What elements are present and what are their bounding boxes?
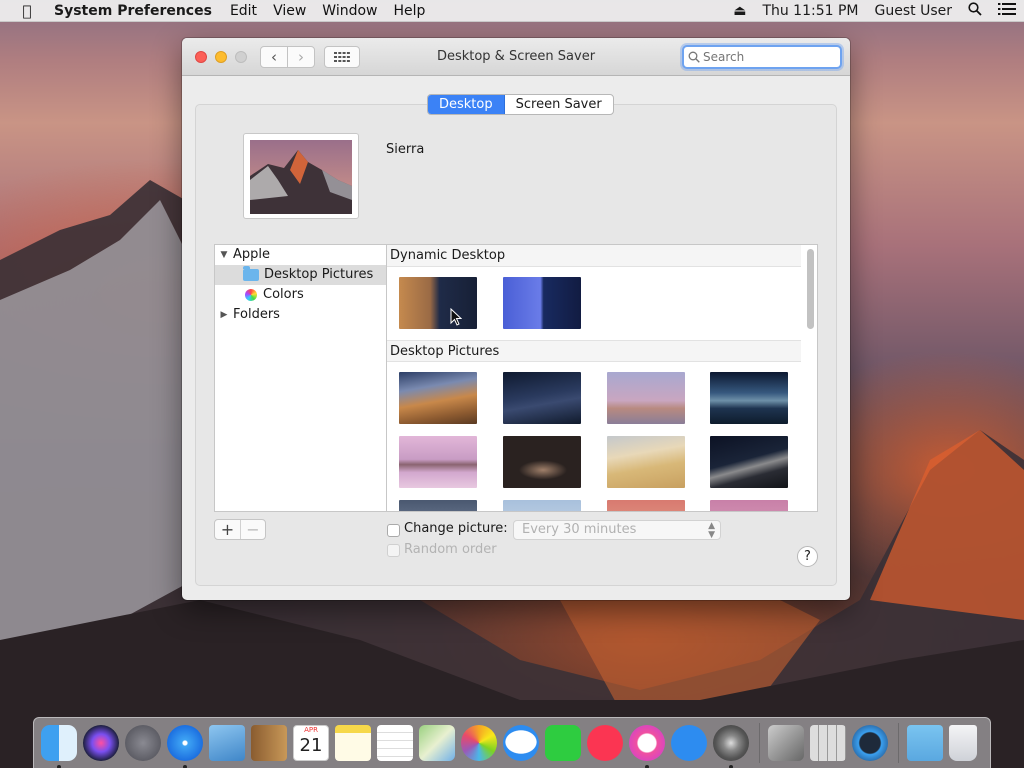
section-header-desktop-pictures: Desktop Pictures <box>387 340 801 362</box>
menubar-user[interactable]: Guest User <box>867 3 960 19</box>
search-field[interactable] <box>682 45 842 69</box>
launchpad-icon[interactable] <box>125 725 161 761</box>
add-folder-button[interactable]: + <box>215 520 240 539</box>
menu-bar:  System Preferences Edit View Window He… <box>0 0 1024 22</box>
current-wallpaper-name: Sierra <box>386 142 425 157</box>
interval-popup: Every 30 minutes ▲ ▼ <box>513 520 721 540</box>
search-input[interactable] <box>703 50 833 64</box>
reminders-icon[interactable] <box>377 725 413 761</box>
wallpaper-thumb[interactable] <box>710 436 788 488</box>
facetime-icon[interactable] <box>545 725 581 761</box>
preview-icon[interactable] <box>209 725 245 761</box>
current-wallpaper-preview <box>243 133 359 219</box>
wallpaper-thumb[interactable] <box>503 500 581 511</box>
finder-icon[interactable] <box>41 725 77 768</box>
wallpaper-thumb[interactable] <box>399 500 477 511</box>
wallpaper-thumb[interactable] <box>399 277 477 329</box>
siri-icon[interactable] <box>83 725 119 761</box>
calendar-icon[interactable]: APR 21 <box>293 725 329 761</box>
source-group-label: Apple <box>233 247 271 262</box>
trash-icon[interactable] <box>949 725 977 761</box>
mouse-pointer-icon <box>450 308 462 326</box>
photos-icon[interactable] <box>461 725 497 761</box>
tab-screen-saver[interactable]: Screen Saver <box>505 95 613 114</box>
messages-icon[interactable] <box>503 725 539 761</box>
change-picture-label: Change picture: <box>404 521 508 536</box>
news-icon[interactable] <box>587 725 623 761</box>
wallpaper-thumb[interactable] <box>399 436 477 488</box>
itunes-icon[interactable] <box>629 725 665 768</box>
source-item-label: Desktop Pictures <box>264 267 374 282</box>
menu-view[interactable]: View <box>265 3 314 19</box>
title-bar[interactable]: ‹ › Desktop & Screen Saver <box>182 38 850 76</box>
source-group-folders[interactable]: ▶ Folders <box>215 305 386 325</box>
desktop-screensaver-window: ‹ › Desktop & Screen Saver Desktop Scree… <box>182 38 850 600</box>
app-store-icon[interactable] <box>671 725 707 761</box>
section-header-dynamic: Dynamic Desktop <box>387 245 801 267</box>
source-group-apple[interactable]: ▼ Apple <box>215 245 386 265</box>
calculator-icon[interactable] <box>810 725 846 761</box>
wallpaper-thumb[interactable] <box>607 436 685 488</box>
source-item-label: Colors <box>263 287 304 302</box>
add-remove-control: + − <box>214 519 266 540</box>
menubar-clock[interactable]: Thu 11:51 PM <box>754 3 866 19</box>
interval-value: Every 30 minutes <box>522 522 637 537</box>
menu-window[interactable]: Window <box>314 3 385 19</box>
wallpaper-thumb[interactable] <box>607 500 685 511</box>
wallpaper-thumb[interactable] <box>399 372 477 424</box>
dock: APR 21 <box>33 717 991 768</box>
change-picture-checkbox[interactable] <box>387 524 400 537</box>
safari-icon[interactable] <box>167 725 203 768</box>
random-order-label: Random order <box>404 542 497 557</box>
wallpaper-thumb[interactable] <box>503 372 581 424</box>
downloads-folder-icon[interactable] <box>907 725 943 761</box>
maps-icon[interactable] <box>419 725 455 761</box>
disclosure-right-icon[interactable]: ▶ <box>215 305 233 325</box>
calendar-month: APR <box>304 726 318 734</box>
quicktime-icon[interactable] <box>852 725 888 761</box>
source-item-colors[interactable]: Colors <box>215 285 386 305</box>
eject-icon[interactable]: ⏏ <box>725 3 754 19</box>
vertical-scrollbar[interactable] <box>807 249 814 329</box>
dock-separator <box>759 723 760 763</box>
wallpaper-thumb[interactable] <box>503 436 581 488</box>
contacts-icon[interactable] <box>251 725 287 761</box>
notification-center-icon[interactable] <box>990 3 1024 19</box>
wallpaper-thumb[interactable] <box>607 372 685 424</box>
source-group-label: Folders <box>233 307 280 322</box>
tab-control: Desktop Screen Saver <box>427 94 614 115</box>
menu-app-name[interactable]: System Preferences <box>54 3 222 19</box>
wallpaper-thumb[interactable] <box>710 500 788 511</box>
menu-help[interactable]: Help <box>386 3 434 19</box>
apple-menu-icon[interactable]:  <box>0 2 54 20</box>
disclosure-down-icon[interactable]: ▼ <box>215 245 233 265</box>
notes-icon[interactable] <box>335 725 371 761</box>
source-item-desktop-pictures[interactable]: Desktop Pictures <box>215 265 386 285</box>
tab-desktop[interactable]: Desktop <box>428 95 505 114</box>
search-icon <box>688 51 700 63</box>
help-button[interactable]: ? <box>797 546 818 567</box>
spotlight-search-icon[interactable] <box>960 2 990 20</box>
folder-icon <box>243 266 259 281</box>
wallpaper-thumb[interactable] <box>710 372 788 424</box>
wallpaper-grid: Dynamic Desktop Desktop Pictures <box>386 244 818 512</box>
calendar-day: 21 <box>299 735 323 756</box>
source-list: ▼ Apple Desktop Pictures Colors ▶ Folder… <box>214 244 386 512</box>
up-down-arrows-icon: ▲ ▼ <box>708 521 715 540</box>
remove-folder-button: − <box>240 520 265 539</box>
random-order-checkbox <box>387 544 400 557</box>
menu-edit[interactable]: Edit <box>222 3 265 19</box>
wallpaper-thumb[interactable] <box>503 277 581 329</box>
script-editor-icon[interactable] <box>768 725 804 761</box>
color-wheel-icon <box>245 289 257 301</box>
dock-separator <box>898 723 899 763</box>
system-preferences-icon[interactable] <box>713 725 749 768</box>
sierra-wallpaper-thumbnail <box>250 140 352 214</box>
